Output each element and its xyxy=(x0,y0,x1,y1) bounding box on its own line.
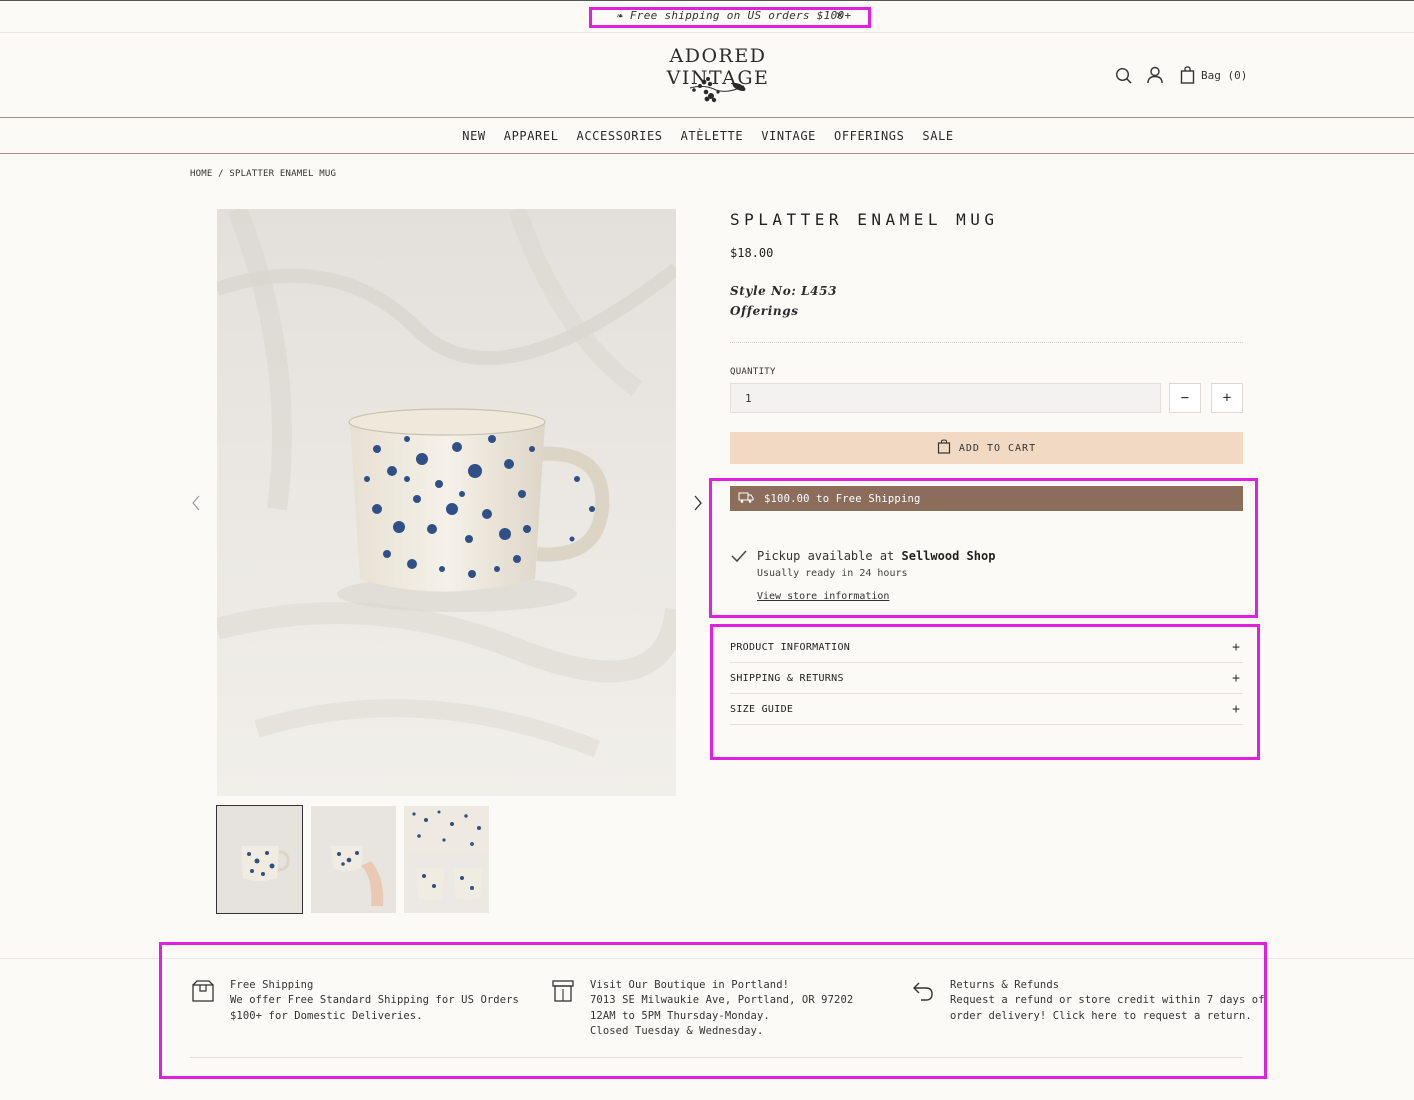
expand-plus-icon: + xyxy=(1232,701,1240,717)
nav-item-sale[interactable]: SALE xyxy=(922,129,953,143)
announcement-text: ❧ Free shipping on US orders $100+ xyxy=(616,9,852,22)
feature-returns[interactable]: Returns & Refunds Request a refund or st… xyxy=(950,978,1265,1024)
storefront-icon xyxy=(551,979,575,1007)
add-to-cart-label: ADD TO CART xyxy=(958,442,1037,454)
expand-plus-icon: + xyxy=(1232,639,1240,655)
info-divider xyxy=(730,342,1243,343)
quantity-increase-button[interactable]: + xyxy=(1211,383,1243,413)
quantity-label: QUANTITY xyxy=(730,367,776,377)
accordion-label: PRODUCT INFORMATION xyxy=(730,641,851,653)
product-main-image[interactable] xyxy=(217,209,676,796)
feature-line: Closed Tuesday & Wednesday. xyxy=(590,1024,764,1037)
accordion-size-guide[interactable]: SIZE GUIDE + xyxy=(730,694,1243,725)
gallery-prev-icon[interactable] xyxy=(190,494,202,516)
add-to-cart-button[interactable]: ADD TO CART xyxy=(730,432,1243,464)
quantity-input[interactable] xyxy=(730,383,1161,413)
accordion-product-information[interactable]: PRODUCT INFORMATION + xyxy=(730,632,1243,663)
product-price: $18.00 xyxy=(730,246,774,260)
feature-free-shipping: Free Shipping We offer Free Standard Shi… xyxy=(230,978,519,1024)
box-icon xyxy=(191,979,215,1007)
nav-item-vintage[interactable]: VINTAGE xyxy=(761,129,816,143)
return-arrow-icon xyxy=(911,979,935,1007)
breadcrumb[interactable]: HOME / SPLATTER ENAMEL MUG xyxy=(190,169,336,179)
pickup-prefix: Pickup available at xyxy=(757,549,902,563)
features-divider-top xyxy=(0,958,1414,959)
account-icon[interactable] xyxy=(1145,65,1165,85)
free-shipping-text: $100.00 to Free Shipping xyxy=(764,492,921,505)
gallery-next-icon[interactable] xyxy=(692,494,704,516)
feature-title: Returns & Refunds xyxy=(950,979,1060,991)
feature-line: order delivery! Click here to request a … xyxy=(950,1009,1252,1022)
bag-icon[interactable] xyxy=(1178,65,1198,85)
announcement-close-icon[interactable]: × xyxy=(836,8,843,22)
expand-plus-icon: + xyxy=(1232,670,1240,686)
feature-title: Visit Our Boutique in Portland! xyxy=(590,979,790,991)
checkmark-icon xyxy=(731,548,747,567)
free-shipping-progress: $100.00 to Free Shipping xyxy=(730,486,1243,511)
pickup-store-name: Sellwood Shop xyxy=(901,549,996,563)
thumbnail-1[interactable] xyxy=(216,805,303,914)
feature-boutique: Visit Our Boutique in Portland! 7013 SE … xyxy=(590,978,853,1039)
feature-title: Free Shipping xyxy=(230,979,314,991)
product-title: SPLATTER ENAMEL MUG xyxy=(730,210,999,229)
nav-item-new[interactable]: NEW xyxy=(462,129,485,143)
main-nav: NEW APPAREL ACCESSORIES ATÈLETTE VINTAGE… xyxy=(0,118,1414,153)
logo-flower-icon[interactable] xyxy=(684,70,750,110)
nav-item-offerings[interactable]: OFFERINGS xyxy=(834,129,904,143)
thumbnail-2[interactable] xyxy=(311,806,396,913)
accordion-shipping-returns[interactable]: SHIPPING & RETURNS + xyxy=(730,663,1243,694)
feature-line: 7013 SE Milwaukie Ave, Portland, OR 9720… xyxy=(590,994,854,1007)
feature-line: We offer Free Standard Shipping for US O… xyxy=(230,994,519,1007)
features-divider-bottom xyxy=(190,1057,1243,1058)
feature-line: $100+ for Domestic Deliveries. xyxy=(230,1009,423,1022)
nav-divider xyxy=(0,153,1414,154)
accordion-label: SIZE GUIDE xyxy=(730,703,794,715)
search-icon[interactable] xyxy=(1114,66,1134,86)
nav-item-apparel[interactable]: APPAREL xyxy=(504,129,559,143)
view-store-info-link[interactable]: View store information xyxy=(757,591,889,602)
style-number: Style No: L453 xyxy=(730,284,838,298)
delivery-truck-icon xyxy=(738,489,754,508)
accordion-label: SHIPPING & RETURNS xyxy=(730,672,844,684)
thumbnail-3[interactable] xyxy=(404,806,489,913)
bag-icon xyxy=(937,439,951,457)
nav-item-accessories[interactable]: ACCESSORIES xyxy=(577,129,663,143)
nav-item-atelette[interactable]: ATÈLETTE xyxy=(681,129,744,143)
pickup-availability: Pickup available at Sellwood Shop xyxy=(757,549,995,563)
quantity-decrease-button[interactable]: − xyxy=(1169,383,1201,413)
collection-name: Offerings xyxy=(730,304,799,318)
feature-line: 12AM to 5PM Thursday-Monday. xyxy=(590,1009,770,1022)
pickup-ready-time: Usually ready in 24 hours xyxy=(757,568,908,579)
bag-count-label[interactable]: Bag (0) xyxy=(1201,69,1247,82)
feature-line: Request a refund or store credit within … xyxy=(950,994,1265,1007)
